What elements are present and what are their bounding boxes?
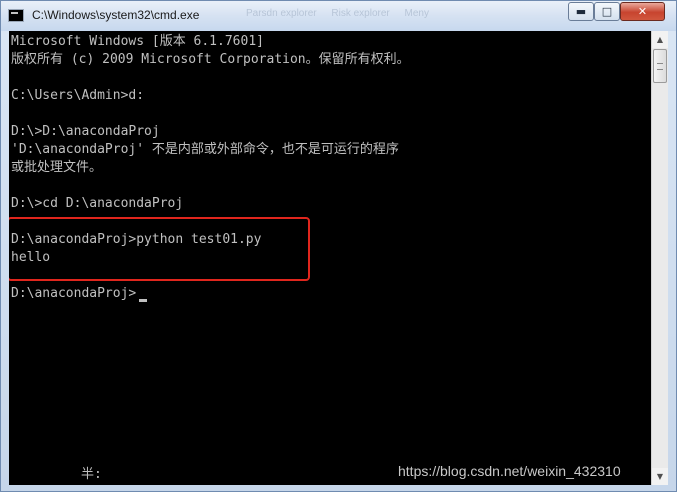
scroll-up-icon[interactable]: ▲ — [652, 31, 668, 48]
red-highlight-box — [9, 217, 310, 281]
watermark-url: https://blog.csdn.net/weixin_432310 — [398, 463, 621, 479]
console-line: D:\>D:\anacondaProj — [11, 124, 160, 139]
console-app-icon[interactable] — [8, 9, 24, 22]
ghost-title: Parsdn explorer — [246, 8, 317, 19]
console-prompt-line: D:\anacondaProj> — [11, 286, 137, 301]
title-bar[interactable]: C:\Windows\system32\cmd.exe Parsdn explo… — [1, 1, 676, 31]
minimize-button[interactable]: ▬ — [568, 2, 594, 21]
console-line: 或批处理文件。 — [11, 160, 103, 175]
vertical-scrollbar[interactable]: ▲ ▼ — [651, 31, 668, 485]
console-output[interactable]: Microsoft Windows [版本 6.1.7601] 版权所有 (c)… — [9, 31, 651, 485]
ghost-title: Meny — [404, 8, 429, 19]
close-button[interactable]: ✕ — [620, 2, 665, 21]
window-title: C:\Windows\system32\cmd.exe — [32, 8, 200, 22]
maximize-button[interactable]: □ — [594, 2, 620, 21]
ime-status: 半: — [81, 467, 102, 482]
console-line: 'D:\anacondaProj' 不是内部或外部命令，也不是可运行的程序 — [11, 142, 399, 157]
background-window-titles: Parsdn explorer Risk explorer Meny — [246, 8, 441, 19]
console-line: D:\>cd D:\anacondaProj — [11, 196, 184, 211]
console-line: Microsoft Windows [版本 6.1.7601] — [11, 34, 264, 49]
ghost-title: Risk explorer — [331, 8, 390, 19]
console-line: C:\Users\Admin>d: — [11, 88, 145, 103]
scroll-thumb[interactable] — [653, 49, 667, 83]
cmd-window: C:\Windows\system32\cmd.exe Parsdn explo… — [0, 0, 677, 492]
text-cursor — [139, 299, 147, 302]
scroll-down-icon[interactable]: ▼ — [652, 468, 668, 485]
console-line: 版权所有 (c) 2009 Microsoft Corporation。保留所有… — [11, 52, 410, 67]
